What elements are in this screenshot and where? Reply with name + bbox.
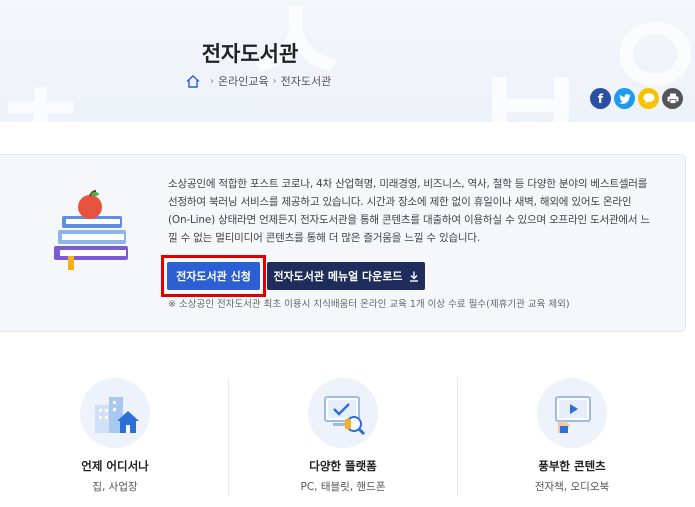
download-manual-label: 전자도서관 메뉴얼 다운로드 (273, 270, 403, 283)
download-icon (409, 271, 418, 282)
apply-library-button[interactable]: 전자도서관 신청 (167, 262, 260, 290)
download-manual-button[interactable]: 전자도서관 메뉴얼 다운로드 (267, 262, 425, 290)
page-title: 전자도서관 (201, 42, 299, 66)
media-icon (555, 396, 591, 433)
breadcrumb-item-current[interactable]: 전자도서관 (281, 73, 332, 89)
intro-description: 소상공인에 적합한 포스트 코로나, 4차 산업혁명, 미래경영, 비즈니스, … (168, 175, 668, 247)
devices-icon (324, 396, 366, 435)
twitter-icon (618, 93, 630, 104)
building-icon (95, 397, 139, 433)
home-icon[interactable] (186, 74, 200, 88)
feature-subtitle: 집, 사업장 (92, 481, 138, 493)
chevron-right-icon: › (210, 75, 214, 87)
feature-title: 풍부한 콘텐츠 (538, 459, 606, 473)
page-header: ㅊ ㅅ ㅂ ㅇ 전자도서관 › 온라인교육 › 전자도서관 f (0, 0, 695, 122)
twitter-share-button[interactable] (614, 88, 635, 109)
facebook-share-button[interactable]: f (590, 88, 611, 109)
feature-anywhere: 언제 어디서나 집, 사업장 (45, 378, 185, 494)
feature-subtitle: PC, 태블릿, 핸드폰 (300, 481, 386, 493)
feature-subtitle: 전자책, 오디오북 (534, 481, 610, 493)
feature-icon-circle (308, 378, 378, 448)
speech-bubble-icon (642, 93, 655, 104)
share-buttons: f (590, 88, 683, 109)
printer-icon (667, 93, 678, 104)
feature-icon-circle (537, 378, 607, 448)
feature-title: 언제 어디서나 (81, 459, 149, 473)
intro-line: 낄 수 없는 멀티미디어 콘텐츠를 통해 더 많은 즐거움을 느낄 수 있습니다… (168, 232, 480, 244)
divider (457, 378, 458, 496)
books-apple-illustration (54, 190, 128, 270)
intro-line: (On-Line) 상태라면 언제든지 전자도서관을 통해 콘텐츠를 대출하여 … (168, 214, 650, 226)
intro-line: 선정하여 북러닝 서비스를 제공하고 있습니다. 시간과 장소에 제한 없이 휴… (168, 196, 632, 208)
feature-contents: 풍부한 콘텐츠 전자책, 오디오북 (502, 378, 642, 494)
divider (228, 378, 229, 496)
feature-icon-circle (80, 378, 150, 448)
chevron-right-icon: › (272, 75, 277, 87)
usage-note: ※ 소상공인 전자도서관 최초 이용시 지식배움터 온라인 교육 1개 이상 수… (168, 299, 570, 310)
feature-platforms: 다양한 플랫폼 PC, 태블릿, 핸드폰 (273, 378, 413, 494)
feature-title: 다양한 플랫폼 (309, 459, 377, 473)
kakao-share-button[interactable] (638, 88, 659, 109)
intro-line: 소상공인에 적합한 포스트 코로나, 4차 산업혁명, 미래경영, 비즈니스, … (168, 178, 648, 190)
breadcrumb: › 온라인교육 › 전자도서관 (186, 73, 331, 89)
print-button[interactable] (662, 88, 683, 109)
breadcrumb-item[interactable]: 온라인교육 (218, 73, 269, 89)
